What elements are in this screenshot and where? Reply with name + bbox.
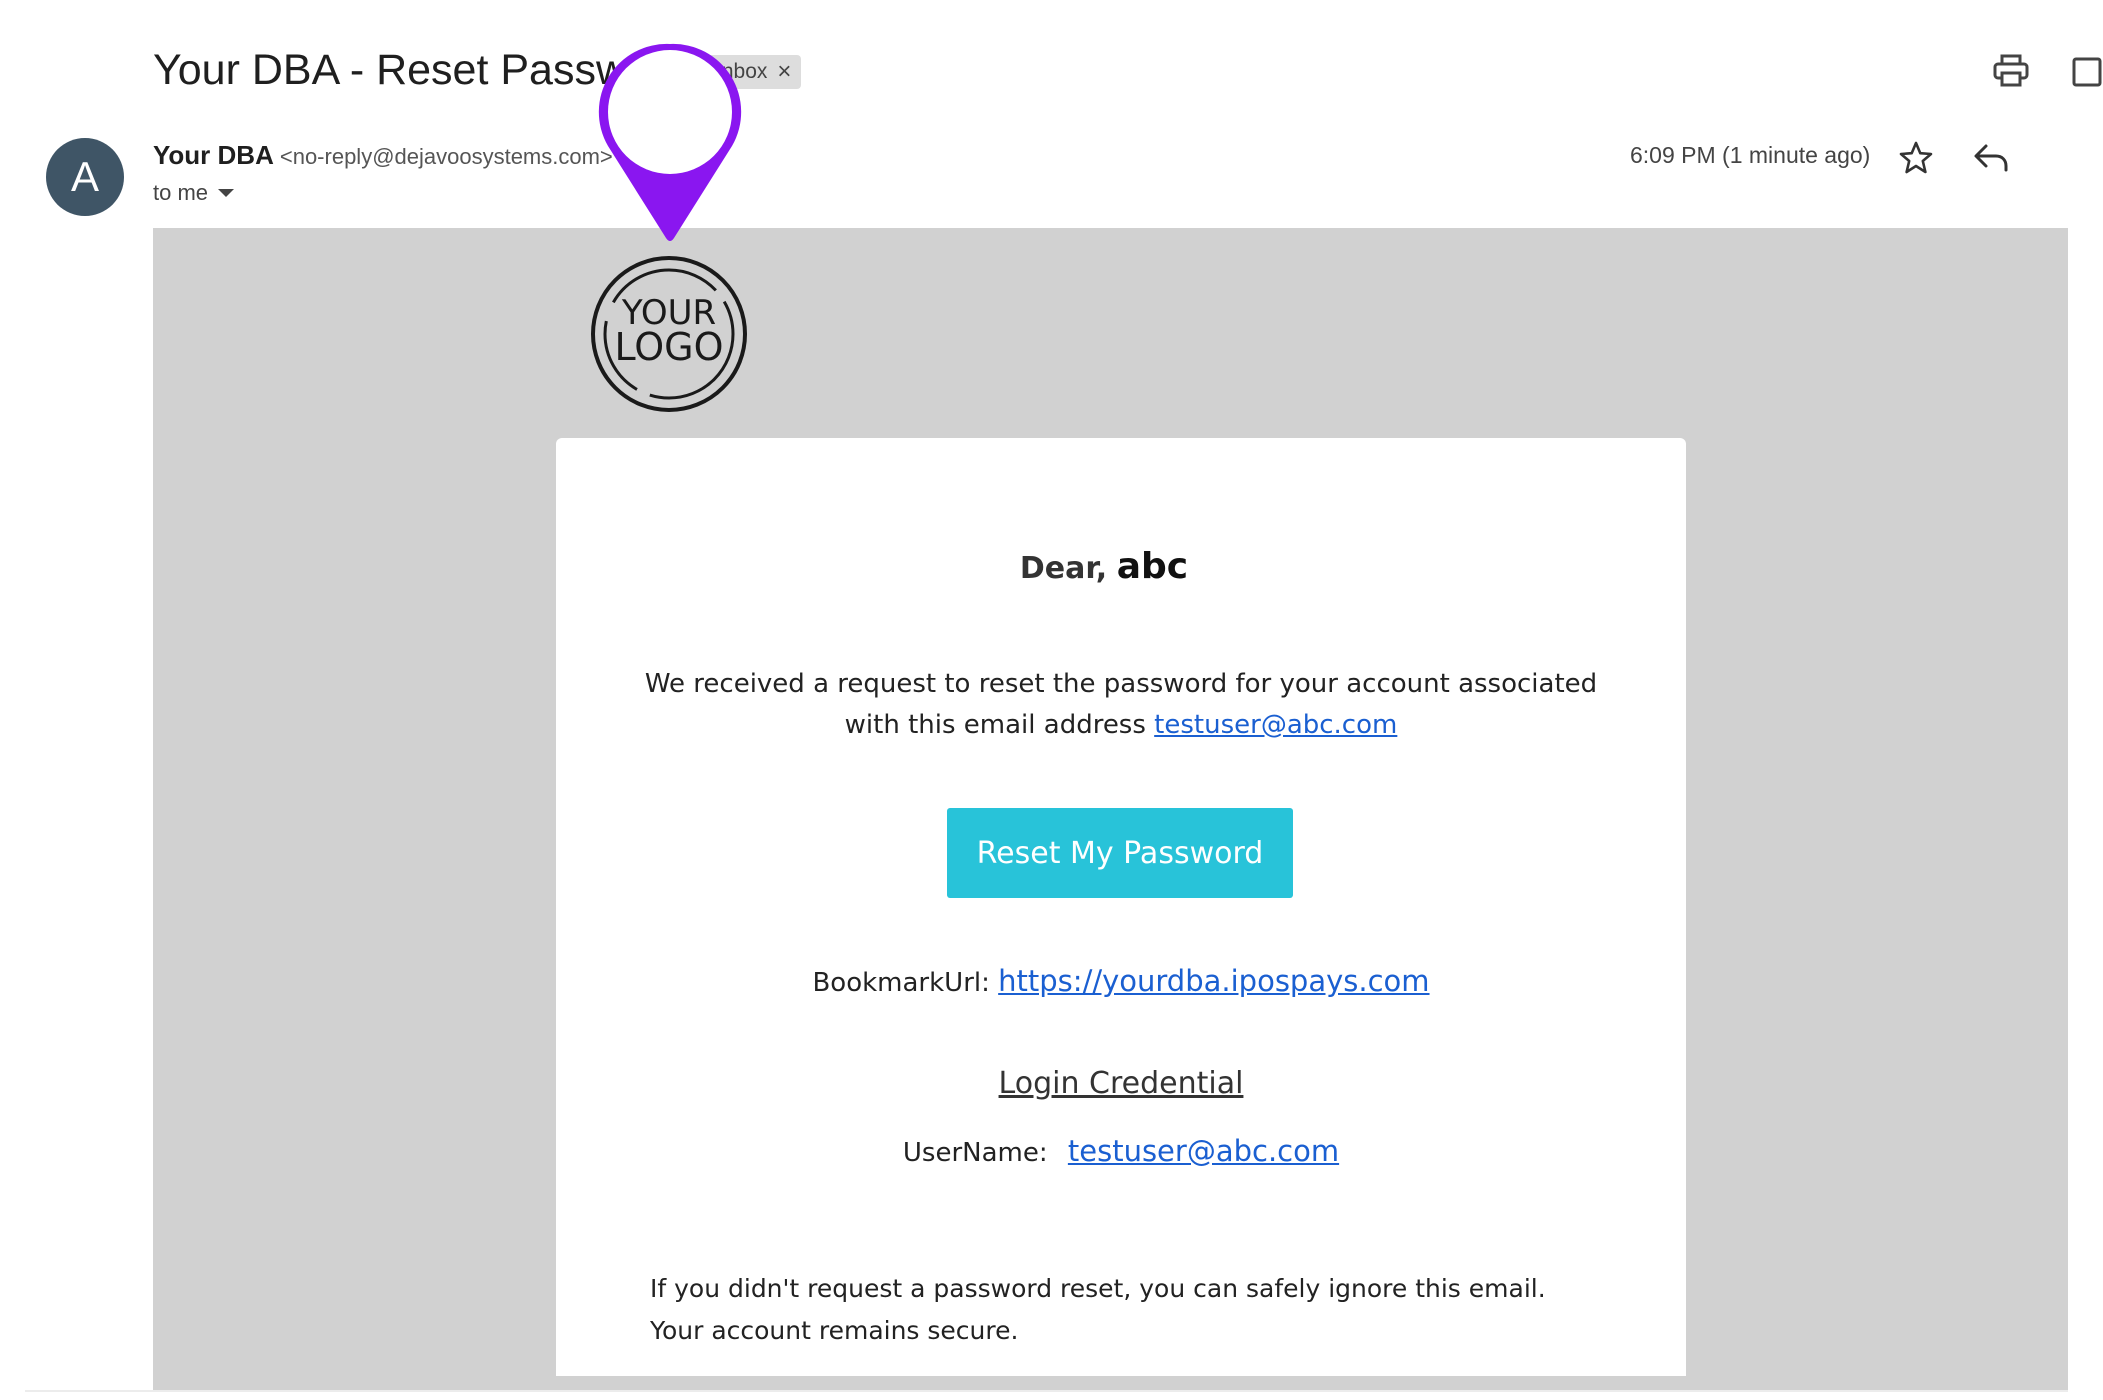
bookmark-url-link[interactable]: https://yourdba.ipospays.com: [998, 964, 1429, 998]
sender-name[interactable]: Your DBA: [153, 140, 274, 170]
divider: [25, 1390, 2068, 1392]
bookmark-url-row: BookmarkUrl: https://yourdba.ipospays.co…: [556, 964, 1686, 998]
bookmark-label: BookmarkUrl:: [812, 968, 990, 998]
email-card: Dear, abc We received a request to reset…: [556, 438, 1686, 1376]
sender-avatar[interactable]: A: [46, 138, 124, 216]
open-in-new-window-icon[interactable]: [2072, 56, 2102, 88]
reply-icon[interactable]: [1972, 140, 2010, 176]
request-line-2-text: with this email address: [844, 710, 1146, 740]
remove-label-icon[interactable]: ×: [777, 58, 791, 86]
request-line-1: We received a request to reset the passw…: [644, 669, 1598, 699]
location-pin-icon: [598, 43, 742, 241]
star-icon[interactable]: [1898, 140, 1934, 176]
ignore-line-2: Your account remains secure.: [650, 1316, 1019, 1345]
reset-request-text: We received a request to reset the passw…: [556, 664, 1686, 746]
request-line-2: with this email address testuser@abc.com: [556, 705, 1686, 746]
recipients-toggle[interactable]: to me: [153, 180, 235, 206]
greeting: Dear, abc: [556, 546, 1652, 587]
print-icon[interactable]: [1993, 54, 2029, 88]
reset-password-button[interactable]: Reset My Password: [947, 808, 1293, 898]
email-timestamp: 6:09 PM (1 minute ago): [1630, 142, 1871, 168]
username-row: UserName: testuser@abc.com: [556, 1134, 1686, 1168]
ignore-notice: If you didn't request a password reset, …: [650, 1268, 1630, 1352]
company-logo: YOUR LOGO: [591, 256, 747, 412]
greeting-prefix: Dear,: [1019, 551, 1108, 586]
sender-email: <no-reply@dejavoosystems.com>: [279, 144, 613, 169]
sender-line: Your DBA <no-reply@dejavoosystems.com>: [153, 140, 613, 171]
logo-text-logo: LOGO: [614, 325, 723, 369]
chevron-down-icon[interactable]: [218, 189, 235, 197]
recipient-name: abc: [1116, 546, 1189, 587]
ignore-line-1: If you didn't request a password reset, …: [650, 1274, 1546, 1303]
username-label: UserName:: [902, 1138, 1048, 1168]
username-link[interactable]: testuser@abc.com: [1068, 1134, 1339, 1168]
login-credential-title: Login Credential: [998, 1066, 1244, 1101]
to-me-label: to me: [153, 180, 209, 205]
request-email-link[interactable]: testuser@abc.com: [1154, 710, 1397, 740]
